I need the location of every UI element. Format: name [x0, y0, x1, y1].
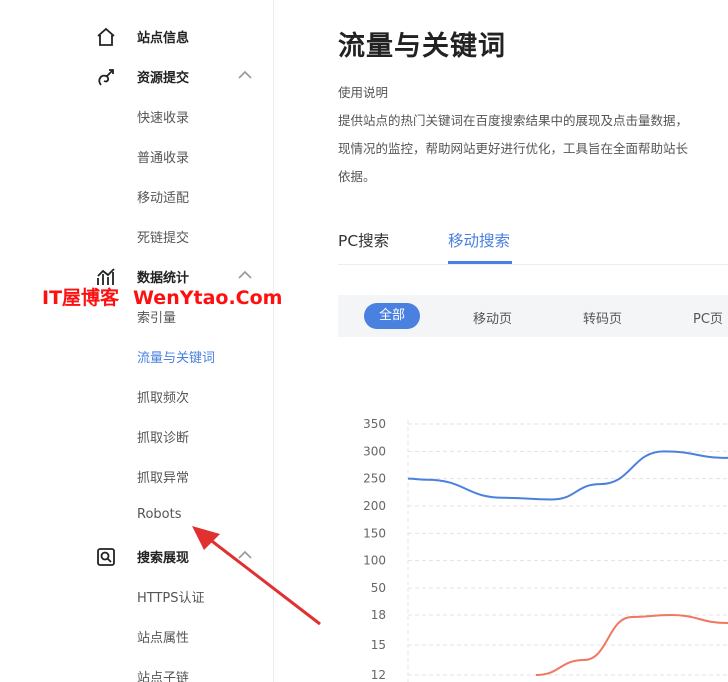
tabs-divider: [338, 264, 728, 265]
sidebar-section-resource-submit[interactable]: 资源提交: [0, 59, 273, 93]
y-tick-label: 200: [363, 499, 386, 513]
red-arrow-annotation: [192, 526, 321, 626]
page-title: 流量与关键词: [338, 31, 506, 62]
sidebar-item-quick-index[interactable]: 快速收录: [137, 107, 189, 126]
sidebar-section-title: 搜索展现: [137, 551, 190, 566]
sidebar-item-crawl-diagnosis[interactable]: 抓取诊断: [137, 427, 189, 446]
sidebar-item-site-attributes[interactable]: 站点属性: [137, 627, 189, 646]
y-tick-label: 350: [363, 417, 386, 431]
y-tick-label: 50: [371, 581, 386, 595]
sidebar-item-deadlink-submit[interactable]: 死链提交: [137, 227, 189, 246]
watermark-text: WenYtao.Com: [133, 287, 283, 309]
y-tick-label: 300: [363, 444, 386, 458]
sidebar-item-robots[interactable]: Robots: [137, 507, 181, 522]
sidebar-item-crawl-errors[interactable]: 抓取异常: [137, 467, 189, 486]
y-tick-label: 150: [363, 526, 386, 540]
sidebar-item-traffic-keywords[interactable]: 流量与关键词: [137, 347, 215, 366]
sidebar-section-title: 站点信息: [137, 31, 190, 46]
filter-all-button[interactable]: 全部: [364, 303, 420, 329]
sidebar-item-crawl-frequency[interactable]: 抓取频次: [137, 387, 189, 406]
series-line: [407, 450, 728, 501]
y-tick-label: 12: [371, 668, 386, 682]
search-display-icon: [97, 548, 115, 566]
filter-transcode-page[interactable]: 转码页: [583, 308, 622, 327]
submit-icon: [98, 69, 114, 86]
description-line: 提供站点的热门关键词在百度搜索结果中的展现及点击量数据，: [338, 113, 689, 128]
sidebar-item-mobile-adapt[interactable]: 移动适配: [137, 187, 189, 206]
chevron-up-icon[interactable]: [236, 68, 254, 82]
filter-mobile-page[interactable]: 移动页: [473, 308, 512, 327]
sidebar-section-site-info[interactable]: 站点信息: [0, 19, 273, 53]
home-icon: [97, 27, 115, 46]
traffic-chart: 350 300 250 200 150 100 50 18 15 12: [363, 417, 728, 682]
description-line: 依据。: [338, 169, 376, 184]
sidebar-item-normal-index[interactable]: 普通收录: [137, 147, 189, 166]
sidebar-section-title: 资源提交: [137, 71, 190, 86]
watermark-text: IT屋博客: [42, 287, 120, 309]
chevron-up-icon[interactable]: [236, 268, 254, 282]
filter-pc-page[interactable]: PC页: [693, 308, 723, 327]
y-tick-label: 18: [371, 608, 386, 622]
filter-bar: 全部 移动页 转码页 PC页: [338, 295, 728, 337]
tab-mobile-search[interactable]: 移动搜索: [448, 229, 510, 251]
watermark: IT屋博客 WenYtao.Com: [42, 283, 282, 310]
sidebar-item-site-sublinks[interactable]: 站点子链: [137, 667, 189, 682]
y-tick-label: 100: [363, 554, 386, 568]
tab-pc-search[interactable]: PC搜索: [338, 229, 389, 251]
description-line: 现情况的监控，帮助网站更好进行优化，工具旨在全面帮助站长: [338, 141, 689, 156]
y-tick-label: 250: [363, 472, 386, 486]
usage-label: 使用说明: [338, 85, 389, 100]
y-tick-label: 15: [371, 638, 386, 652]
